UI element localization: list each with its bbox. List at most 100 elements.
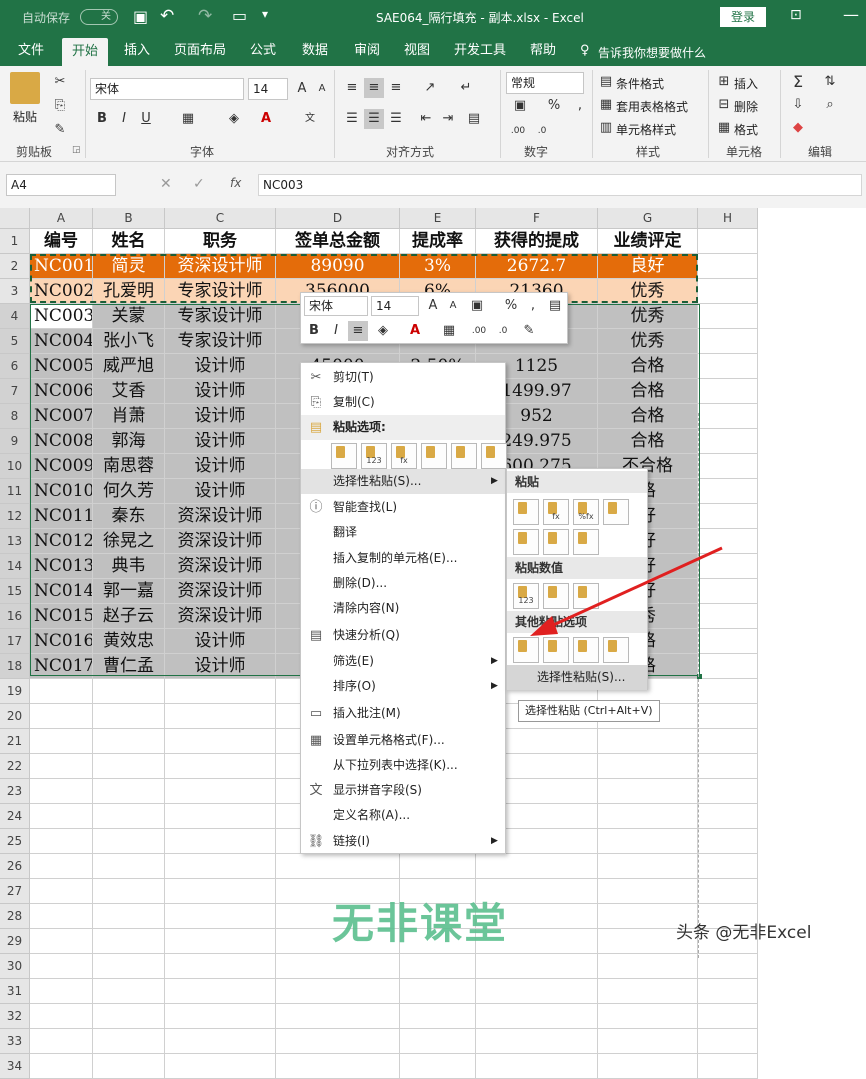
decrease-decimal-icon[interactable]: .0 xyxy=(532,121,552,141)
menu-pick-from-list[interactable]: 从下拉列表中选择(K)... xyxy=(301,753,505,778)
mini-format-cell-icon[interactable]: ▤ xyxy=(545,296,565,316)
cell[interactable] xyxy=(165,1004,276,1029)
cell[interactable] xyxy=(598,829,698,854)
cell[interactable] xyxy=(30,754,93,779)
menu-delete[interactable]: 删除(D)... xyxy=(301,571,505,596)
mini-bold-icon[interactable]: B xyxy=(304,321,324,341)
cell[interactable] xyxy=(276,1029,400,1054)
cell[interactable] xyxy=(30,929,93,954)
cell[interactable] xyxy=(476,854,598,879)
cell[interactable] xyxy=(476,1004,598,1029)
column-header-a[interactable]: A xyxy=(30,208,93,229)
cell[interactable] xyxy=(598,754,698,779)
row-header[interactable]: 33 xyxy=(0,1029,30,1054)
row-header[interactable]: 31 xyxy=(0,979,30,1004)
submenu-paste-special[interactable]: 选择性粘贴(S)... xyxy=(507,665,647,690)
bold-icon[interactable]: B xyxy=(92,109,112,129)
mini-percent-icon[interactable]: % xyxy=(501,296,521,316)
tab-developer[interactable]: 开发工具 xyxy=(448,36,512,66)
conditional-format-icon[interactable]: ▤ xyxy=(596,72,616,92)
cancel-icon[interactable]: ✕ xyxy=(160,176,172,192)
cell[interactable] xyxy=(93,779,165,804)
sub-keep-source-icon[interactable] xyxy=(603,499,629,525)
cell[interactable] xyxy=(165,804,276,829)
row-header[interactable]: 27 xyxy=(0,879,30,904)
phonetic-icon[interactable]: 文 xyxy=(300,109,320,129)
cell[interactable] xyxy=(93,879,165,904)
row-header[interactable]: 10 xyxy=(0,454,30,479)
menu-link[interactable]: ⛓ 链接(I) ▶ xyxy=(301,829,505,854)
paste-icon[interactable] xyxy=(331,443,357,469)
cell[interactable] xyxy=(400,979,476,1004)
row-header[interactable]: 18 xyxy=(0,654,30,679)
cell[interactable] xyxy=(93,829,165,854)
menu-insert-copied[interactable]: 插入复制的单元格(E)... xyxy=(301,546,505,571)
paste-values-icon[interactable]: 123 xyxy=(361,443,387,469)
mini-comma-icon[interactable]: , xyxy=(523,296,543,316)
cell[interactable] xyxy=(698,279,758,304)
tab-data[interactable]: 数据 xyxy=(294,36,336,66)
wrap-text-icon[interactable]: ↵ xyxy=(456,78,476,98)
mini-font-color-icon[interactable]: A xyxy=(405,321,425,341)
increase-indent-icon[interactable]: ⇥ xyxy=(438,109,458,129)
cell[interactable] xyxy=(698,479,758,504)
cell[interactable] xyxy=(698,329,758,354)
fill-icon[interactable]: ⇩ xyxy=(788,95,808,115)
sub-paste-icon[interactable] xyxy=(513,499,539,525)
cell[interactable] xyxy=(598,729,698,754)
cell[interactable] xyxy=(698,354,758,379)
percent-icon[interactable]: % xyxy=(544,96,564,116)
row-header[interactable]: 7 xyxy=(0,379,30,404)
font-color-icon[interactable]: A xyxy=(256,109,276,129)
cell-style-icon[interactable]: ▥ xyxy=(596,118,616,138)
cell[interactable] xyxy=(698,454,758,479)
mini-fill-color-icon[interactable]: ◈ xyxy=(373,321,393,341)
align-middle-icon[interactable]: ≡ xyxy=(364,78,384,98)
tab-review[interactable]: 审阅 xyxy=(346,36,388,66)
cell[interactable] xyxy=(165,754,276,779)
minimize-icon[interactable]: — xyxy=(843,5,859,24)
mini-size-input[interactable]: 14 xyxy=(371,296,419,316)
sort-filter-icon[interactable]: ⇅ xyxy=(820,72,840,92)
column-header-e[interactable]: E xyxy=(400,208,476,229)
tab-formulas[interactable]: 公式 xyxy=(242,36,284,66)
cell[interactable] xyxy=(698,654,758,679)
cell[interactable] xyxy=(598,879,698,904)
row-header[interactable]: 11 xyxy=(0,479,30,504)
cell[interactable]: 编号 xyxy=(30,229,93,254)
cell[interactable] xyxy=(276,854,400,879)
tab-help[interactable]: 帮助 xyxy=(522,36,564,66)
underline-icon[interactable]: U xyxy=(136,109,156,129)
cell[interactable] xyxy=(476,979,598,1004)
cell[interactable]: 提成率 xyxy=(400,229,476,254)
cell[interactable] xyxy=(165,1054,276,1079)
mini-font-input[interactable]: 宋体 xyxy=(304,296,368,316)
cell[interactable]: 姓名 xyxy=(93,229,165,254)
cell[interactable]: 签单总金额 xyxy=(276,229,400,254)
align-bottom-icon[interactable]: ≡ xyxy=(386,78,406,98)
cell[interactable] xyxy=(698,229,758,254)
menu-quick-analysis[interactable]: ▤ 快速分析(Q) xyxy=(301,623,505,648)
accounting-icon[interactable]: ▣ xyxy=(510,96,530,116)
cell[interactable] xyxy=(165,679,276,704)
mini-accounting-icon[interactable]: ▣ xyxy=(467,296,487,316)
redo-icon[interactable]: ↷ xyxy=(198,6,212,26)
menu-sort[interactable]: 排序(O) ▶ xyxy=(301,674,505,699)
cell[interactable] xyxy=(165,829,276,854)
cell[interactable] xyxy=(598,1029,698,1054)
row-header[interactable]: 1 xyxy=(0,229,30,254)
cell[interactable] xyxy=(698,979,758,1004)
copy-icon[interactable]: ⎘ xyxy=(50,96,70,116)
row-header[interactable]: 29 xyxy=(0,929,30,954)
select-all-corner[interactable] xyxy=(0,208,30,229)
cell[interactable] xyxy=(30,904,93,929)
row-header[interactable]: 13 xyxy=(0,529,30,554)
ribbon-display-icon[interactable]: ⊡ xyxy=(790,7,802,23)
autosave-toggle[interactable]: 关 xyxy=(80,9,118,25)
cell[interactable] xyxy=(30,679,93,704)
name-box[interactable]: A4 xyxy=(6,174,116,196)
row-header[interactable]: 2 xyxy=(0,254,30,279)
cell[interactable] xyxy=(30,704,93,729)
cell[interactable] xyxy=(165,904,276,929)
cell[interactable] xyxy=(476,1029,598,1054)
